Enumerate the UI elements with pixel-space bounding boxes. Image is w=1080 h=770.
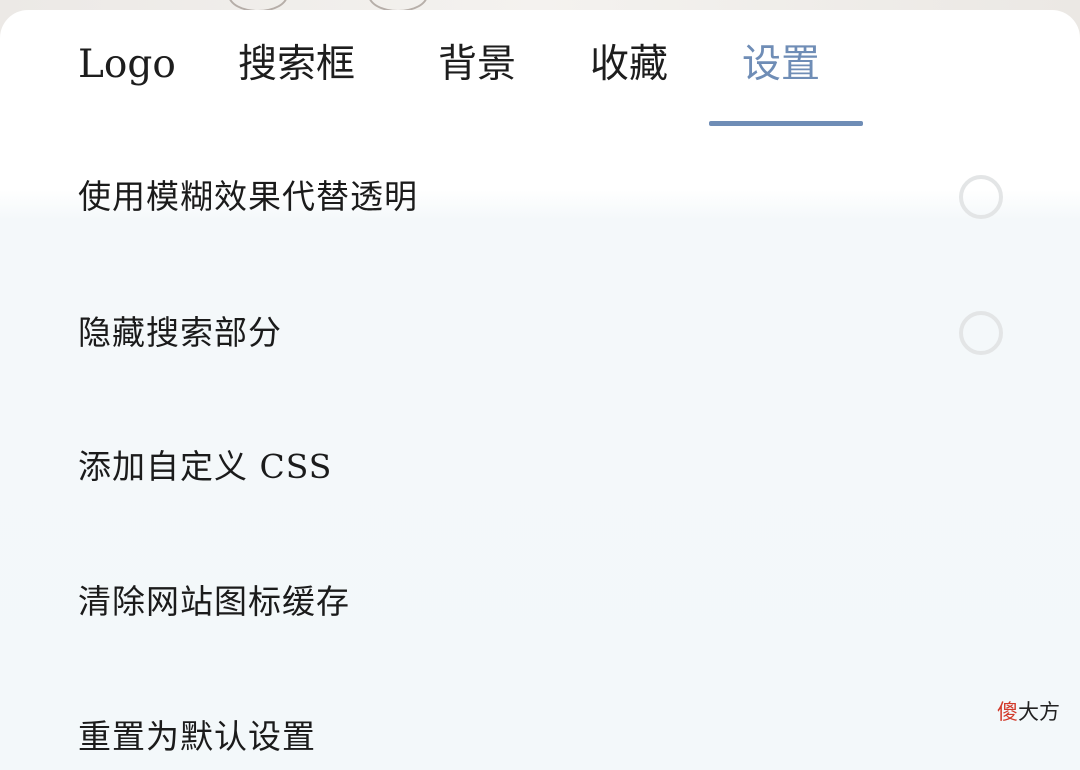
setting-hide-search[interactable]: 隐藏搜索部分: [0, 286, 1080, 386]
setting-custom-css[interactable]: 添加自定义 CSS: [0, 420, 1080, 520]
watermark-first-char: 傻: [997, 700, 1018, 724]
settings-panel: Logo 搜索框 背景 收藏 设置 使用模糊效果代替透明 隐藏搜索部分 添加自定…: [0, 10, 1080, 770]
setting-label: 重置为默认设置: [78, 712, 316, 762]
setting-label: 添加自定义 CSS: [78, 442, 332, 492]
setting-reset-defaults[interactable]: 重置为默认设置: [0, 690, 1080, 770]
watermark: 傻大方: [997, 696, 1060, 726]
setting-label: 隐藏搜索部分: [78, 308, 282, 358]
blur-toggle-radio[interactable]: [959, 175, 1003, 219]
tab-search-box[interactable]: 搜索框: [238, 40, 355, 90]
tab-logo[interactable]: Logo: [78, 40, 176, 90]
tab-settings[interactable]: 设置: [742, 40, 820, 90]
setting-blur-instead-of-transparent[interactable]: 使用模糊效果代替透明: [0, 150, 1080, 250]
active-tab-indicator: [709, 121, 863, 126]
setting-clear-favicon-cache[interactable]: 清除网站图标缓存: [0, 555, 1080, 655]
hide-search-toggle-radio[interactable]: [959, 311, 1003, 355]
tab-favorites[interactable]: 收藏: [590, 40, 668, 90]
setting-label: 使用模糊效果代替透明: [78, 172, 418, 222]
tab-background[interactable]: 背景: [438, 40, 516, 90]
watermark-rest: 大方: [1018, 700, 1060, 724]
setting-label: 清除网站图标缓存: [78, 577, 350, 627]
tab-bar: Logo 搜索框 背景 收藏 设置: [0, 10, 1080, 130]
